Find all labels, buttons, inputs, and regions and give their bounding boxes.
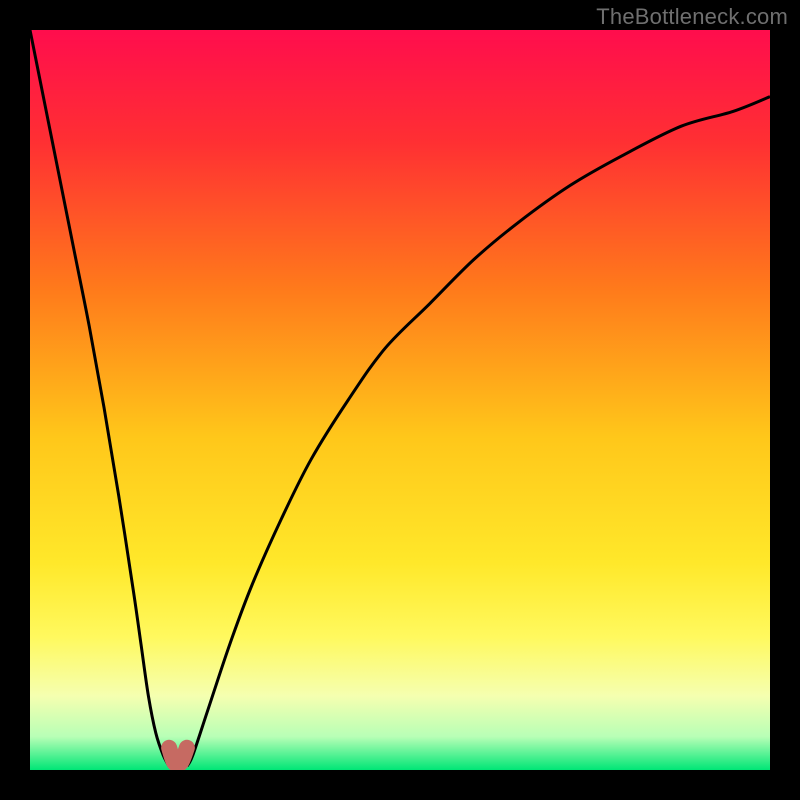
chart-frame: TheBottleneck.com xyxy=(0,0,800,800)
series-curve-right xyxy=(187,97,770,767)
curve-layer xyxy=(30,30,770,770)
watermark-text: TheBottleneck.com xyxy=(596,4,788,30)
plot-area xyxy=(30,30,770,770)
series-curve-left xyxy=(30,30,169,766)
series-trough-marker xyxy=(169,748,187,765)
